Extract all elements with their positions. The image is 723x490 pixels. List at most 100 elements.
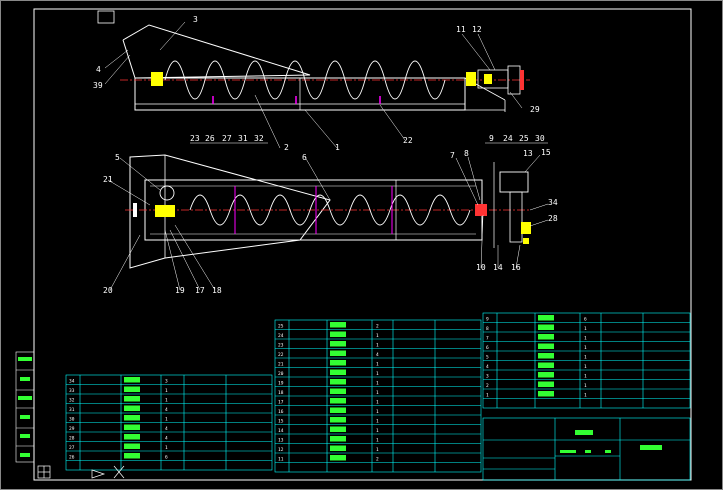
callout-19: 19 xyxy=(175,286,185,295)
screw-conveyor-drawing: 3 4 39 11 12 29 2 1 22 23 26 27 31 32 5 … xyxy=(0,0,723,490)
right-qty: 1 xyxy=(584,326,587,332)
callout-28: 28 xyxy=(548,214,558,223)
callout-11: 11 xyxy=(456,25,466,34)
left-row-no: 26 xyxy=(69,455,75,461)
left-name-cell xyxy=(124,434,140,440)
corner-symbols xyxy=(37,465,125,479)
left-qty: 1 xyxy=(165,388,168,394)
mid-name-cell xyxy=(330,350,346,356)
right-name-cell xyxy=(538,353,554,359)
right-qty: 1 xyxy=(584,355,587,361)
mid-row-no: 25 xyxy=(278,324,284,330)
mid-name-cell xyxy=(330,388,346,394)
side-elevation-view xyxy=(120,24,530,112)
left-qty: 3 xyxy=(165,379,168,385)
title-block xyxy=(482,417,691,481)
mid-row-no: 18 xyxy=(278,390,284,396)
mid-qty: 4 xyxy=(376,352,379,358)
callout-13: 13 xyxy=(523,149,533,158)
callout-1: 1 xyxy=(335,143,340,152)
right-name-cell xyxy=(538,324,554,330)
mid-qty: 2 xyxy=(376,324,379,330)
left-margin-stamp xyxy=(15,351,35,463)
mid-qty: 1 xyxy=(376,343,379,349)
callout-23: 23 xyxy=(190,134,200,143)
mid-row-no: 15 xyxy=(278,419,284,425)
callout-31: 31 xyxy=(238,134,248,143)
mid-row-no: 22 xyxy=(278,352,284,358)
callout-22: 22 xyxy=(403,136,413,145)
leader-lines xyxy=(104,21,549,291)
left-name-cell xyxy=(124,405,140,411)
left-qty: 1 xyxy=(165,398,168,404)
mid-name-cell xyxy=(330,360,346,366)
right-qty: 6 xyxy=(584,317,587,323)
callout-5: 5 xyxy=(115,153,120,162)
right-row-no: 8 xyxy=(486,326,489,332)
right-row-no: 7 xyxy=(486,336,489,342)
left-name-cell xyxy=(124,386,140,392)
plan-view xyxy=(125,154,531,269)
left-name-cell xyxy=(124,443,140,449)
mid-name-cell xyxy=(330,417,346,423)
left-row-no: 29 xyxy=(69,426,75,432)
mid-row-no: 16 xyxy=(278,409,284,415)
callout-16: 16 xyxy=(511,263,521,272)
callout-2: 2 xyxy=(284,143,289,152)
right-name-cell xyxy=(538,381,554,387)
callout-26: 26 xyxy=(205,134,215,143)
parts-table-left: 34 333 132 131 430 129 428 427 126 6 xyxy=(65,374,273,471)
mid-row-no: 20 xyxy=(278,371,284,377)
callout-30: 30 xyxy=(535,134,545,143)
mid-row-no: 24 xyxy=(278,333,284,339)
mid-row-no: 21 xyxy=(278,362,284,368)
right-row-no: 1 xyxy=(486,393,489,399)
right-name-cell xyxy=(538,372,554,378)
callout-8: 8 xyxy=(464,149,469,158)
callout-10: 10 xyxy=(476,263,486,272)
mid-qty: 1 xyxy=(376,362,379,368)
left-row-no: 33 xyxy=(69,388,75,394)
mid-row-no: 19 xyxy=(278,381,284,387)
callout-20: 20 xyxy=(103,286,113,295)
callout-34: 34 xyxy=(548,198,558,207)
callout-27: 27 xyxy=(222,134,232,143)
right-qty: 1 xyxy=(584,336,587,342)
right-row-no: 9 xyxy=(486,317,489,323)
left-qty: 1 xyxy=(165,417,168,423)
mid-name-cell xyxy=(330,369,346,375)
callout-14: 14 xyxy=(493,263,503,272)
callout-32: 32 xyxy=(254,134,264,143)
right-row-no: 3 xyxy=(486,374,489,380)
mid-row-no: 12 xyxy=(278,447,284,453)
outer-frame xyxy=(0,0,723,490)
mid-name-cell xyxy=(330,379,346,385)
callout-39: 39 xyxy=(93,81,103,90)
mid-name-cell xyxy=(330,445,346,451)
right-name-cell xyxy=(538,391,554,397)
mid-qty: 1 xyxy=(376,428,379,434)
right-row-no: 5 xyxy=(486,355,489,361)
callout-7: 7 xyxy=(450,151,455,160)
mid-name-cell xyxy=(330,407,346,413)
left-qty: 4 xyxy=(165,426,168,432)
left-name-cell xyxy=(124,377,140,383)
parts-table-right: 9 6 8 1 7 1 6 1 5 1 4 1 3 1 2 1 1 1 xyxy=(482,312,691,409)
callout-18: 18 xyxy=(212,286,222,295)
callout-24: 24 xyxy=(503,134,513,143)
callout-15: 15 xyxy=(541,148,551,157)
mid-qty: 1 xyxy=(376,333,379,339)
right-qty: 1 xyxy=(584,383,587,389)
left-row-no: 27 xyxy=(69,445,75,451)
mid-qty: 1 xyxy=(376,400,379,406)
callout-25: 25 xyxy=(519,134,529,143)
mid-name-cell xyxy=(330,341,346,347)
left-row-no: 34 xyxy=(69,379,75,385)
left-row-no: 30 xyxy=(69,417,75,423)
mid-name-cell xyxy=(330,455,346,461)
right-name-cell xyxy=(538,343,554,349)
mid-qty: 1 xyxy=(376,381,379,387)
mid-row-no: 23 xyxy=(278,343,284,349)
callout-4: 4 xyxy=(96,65,101,74)
right-row-no: 2 xyxy=(486,383,489,389)
